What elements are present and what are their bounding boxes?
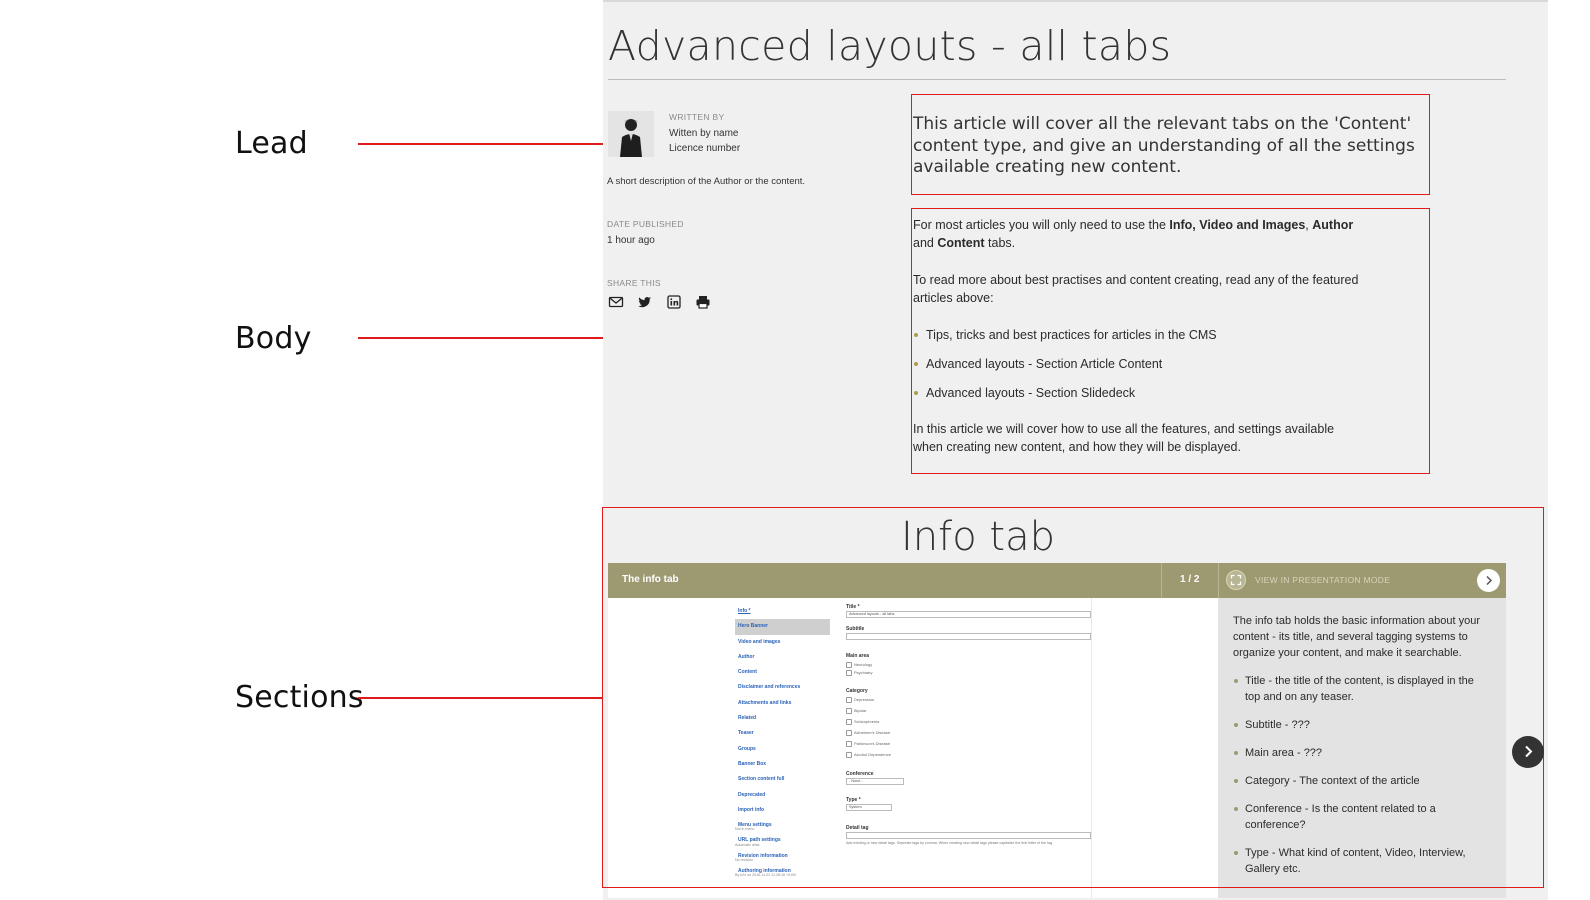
title-divider: [608, 79, 1506, 80]
date-published-label: DATE PUBLISHED: [607, 219, 684, 229]
carousel-next-button[interactable]: [1512, 736, 1544, 768]
annotation-sections-line: [358, 697, 603, 699]
twitter-icon[interactable]: [637, 294, 653, 310]
annotation-lead-label: Lead: [235, 126, 308, 161]
page-title: Advanced layouts - all tabs: [608, 22, 1172, 70]
print-icon[interactable]: [695, 294, 711, 310]
date-published-value: 1 hour ago: [607, 235, 655, 246]
annotation-body-label: Body: [235, 321, 312, 356]
body-paragraph: To read more about best practises and co…: [913, 273, 1359, 305]
author-licence: Licence number: [669, 143, 741, 154]
featured-link[interactable]: Advanced layouts - Section Article Conte…: [913, 355, 1363, 373]
body-paragraph: For most articles you will only need to …: [913, 218, 1354, 250]
article-body: For most articles you will only need to …: [913, 216, 1363, 475]
article-lead: This article will cover all the relevant…: [913, 114, 1415, 177]
chevron-right-icon: [1525, 745, 1533, 758]
written-by-label: WRITTEN BY: [669, 112, 725, 122]
body-paragraph: In this article we will cover how to use…: [913, 422, 1335, 454]
featured-link[interactable]: Tips, tricks and best practices for arti…: [913, 326, 1363, 344]
featured-link[interactable]: Advanced layouts - Section Slidedeck: [913, 384, 1363, 402]
email-icon[interactable]: [608, 294, 624, 310]
author-name[interactable]: Witten by name: [669, 128, 738, 139]
annotation-sections-label: Sections: [235, 680, 364, 715]
linkedin-icon[interactable]: [666, 294, 682, 310]
share-label: SHARE THIS: [607, 278, 661, 288]
sections-annotation-box: [602, 507, 1544, 888]
share-icons: [608, 294, 711, 310]
author-avatar: [608, 111, 654, 157]
featured-links-list: Tips, tricks and best practices for arti…: [913, 326, 1363, 402]
author-description: A short description of the Author or the…: [607, 176, 806, 187]
